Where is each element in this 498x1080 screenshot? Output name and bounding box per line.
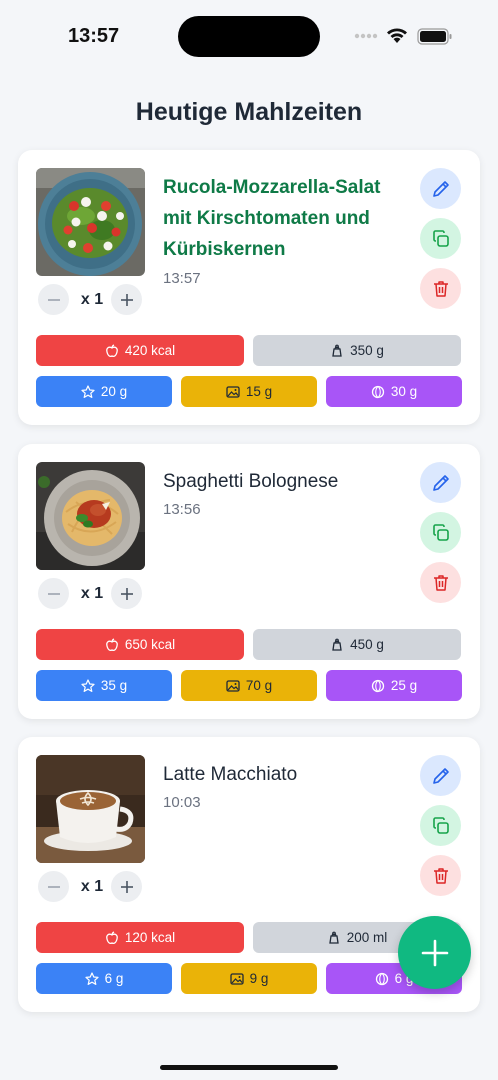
increase-button[interactable]	[111, 578, 142, 609]
delete-button[interactable]	[420, 855, 461, 896]
plus-icon	[120, 293, 133, 306]
carbs-value: 15 g	[245, 384, 273, 399]
carbs-badge: 70 g	[181, 670, 317, 701]
image-icon	[226, 385, 240, 398]
meal-name: Spaghetti Bolognese	[163, 471, 339, 492]
calories-badge: 120 kcal	[36, 922, 244, 953]
battery-icon	[417, 28, 452, 45]
star-icon	[81, 678, 95, 692]
carbs-value: 70 g	[245, 678, 273, 693]
circle-icon	[375, 972, 388, 985]
scale-icon	[328, 931, 339, 944]
meal-time: 13:56	[163, 501, 201, 518]
scale-icon	[332, 344, 342, 357]
quantity-stepper: x 1	[38, 284, 148, 316]
apple-icon	[106, 930, 118, 944]
calories-badge: 420 kcal	[36, 335, 244, 366]
meal-image	[36, 168, 145, 276]
protein-badge: 35 g	[36, 670, 172, 701]
decrease-button[interactable]	[38, 284, 69, 315]
weight-value: 200 ml	[346, 930, 388, 945]
carbs-value: 9 g	[249, 971, 269, 986]
duplicate-button[interactable]	[420, 805, 461, 846]
status-time: 13:57	[68, 25, 120, 47]
meal-time: 10:03	[163, 794, 201, 811]
apple-icon	[106, 637, 118, 651]
minus-icon	[47, 298, 60, 301]
protein-badge: 6 g	[36, 963, 172, 994]
add-meal-button[interactable]	[398, 916, 471, 989]
minus-icon	[47, 885, 60, 888]
page-title: Heutige Mahlzeiten	[135, 98, 363, 126]
weight-value: 350 g	[350, 343, 384, 358]
protein-value: 6 g	[104, 971, 124, 986]
fat-badge: 25 g	[326, 670, 462, 701]
star-icon	[81, 384, 95, 398]
trash-icon	[433, 280, 448, 297]
plus-icon	[120, 587, 133, 600]
home-indicator[interactable]	[160, 1065, 338, 1070]
circle-icon	[371, 679, 385, 692]
apple-icon	[106, 343, 118, 357]
quantity-value: x 1	[80, 585, 104, 602]
dynamic-island	[178, 16, 320, 57]
decrease-button[interactable]	[38, 871, 69, 902]
scale-icon	[332, 638, 342, 651]
weight-badge: 350 g	[253, 335, 461, 366]
circle-icon	[371, 385, 385, 398]
edit-button[interactable]	[420, 462, 461, 503]
pencil-icon	[432, 767, 449, 784]
pencil-icon	[432, 474, 449, 491]
meal-name: Rucola-Mozzarella-Salat mit Kirschtomate…	[163, 177, 381, 260]
protein-value: 20 g	[100, 384, 128, 399]
delete-button[interactable]	[420, 268, 461, 309]
fat-badge: 30 g	[326, 376, 462, 407]
wifi-icon	[387, 28, 407, 43]
calories-value: 120 kcal	[124, 930, 176, 945]
copy-icon	[432, 523, 449, 541]
meal-card[interactable]: Spaghetti Bolognese 13:56 x 1 650 kcal 4…	[18, 444, 480, 719]
pencil-icon	[432, 180, 449, 197]
fat-value: 30 g	[390, 384, 418, 399]
edit-button[interactable]	[420, 755, 461, 796]
duplicate-button[interactable]	[420, 218, 461, 259]
quantity-value: x 1	[80, 291, 104, 308]
signal-icon	[354, 33, 378, 39]
duplicate-button[interactable]	[420, 512, 461, 553]
copy-icon	[432, 229, 449, 247]
meal-image	[36, 755, 145, 863]
minus-icon	[47, 592, 60, 595]
meal-image	[36, 462, 145, 570]
plus-icon	[120, 880, 133, 893]
quantity-stepper: x 1	[38, 578, 148, 610]
status-bar: 13:57	[0, 0, 498, 74]
quantity-value: x 1	[80, 878, 104, 895]
carbs-badge: 15 g	[181, 376, 317, 407]
calories-badge: 650 kcal	[36, 629, 244, 660]
delete-button[interactable]	[420, 562, 461, 603]
calories-value: 420 kcal	[124, 343, 176, 358]
calories-value: 650 kcal	[124, 637, 176, 652]
plus-icon	[421, 939, 448, 966]
trash-icon	[433, 867, 448, 884]
meal-card[interactable]: Rucola-Mozzarella-Salat mit Kirschtomate…	[18, 150, 480, 425]
star-icon	[85, 971, 99, 985]
copy-icon	[432, 816, 449, 834]
weight-value: 450 g	[350, 637, 384, 652]
edit-button[interactable]	[420, 168, 461, 209]
weight-badge: 450 g	[253, 629, 461, 660]
fat-value: 25 g	[390, 678, 418, 693]
quantity-stepper: x 1	[38, 871, 148, 903]
carbs-badge: 9 g	[181, 963, 317, 994]
protein-badge: 20 g	[36, 376, 172, 407]
trash-icon	[433, 574, 448, 591]
meal-time: 13:57	[163, 270, 201, 287]
protein-value: 35 g	[100, 678, 128, 693]
image-icon	[229, 972, 244, 985]
decrease-button[interactable]	[38, 578, 69, 609]
image-icon	[226, 679, 240, 692]
meal-name: Latte Macchiato	[163, 764, 298, 785]
increase-button[interactable]	[111, 871, 142, 902]
increase-button[interactable]	[111, 284, 142, 315]
